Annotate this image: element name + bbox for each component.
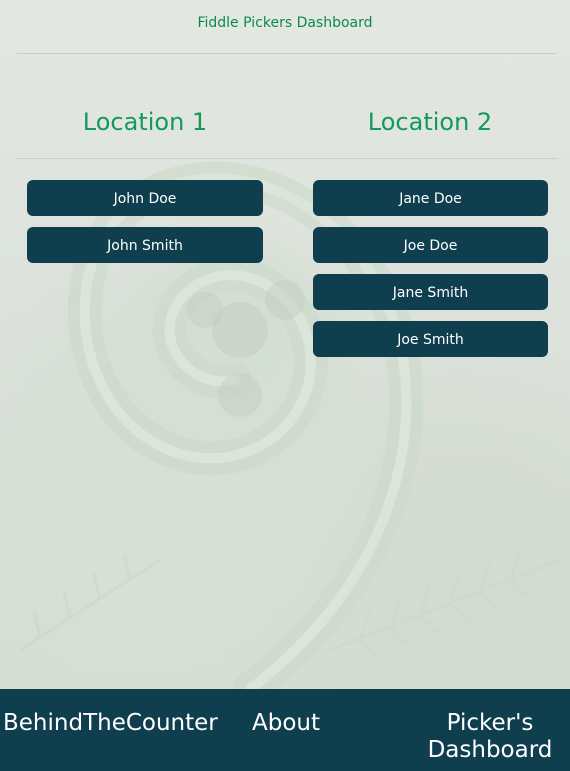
dashboard-content: Fiddle Pickers Dashboard Location 1 Loca…: [0, 0, 570, 689]
picker-button-jane-smith[interactable]: Jane Smith: [313, 274, 548, 310]
location-1-title: Location 1: [82, 108, 208, 136]
picker-button-john-smith[interactable]: John Smith: [27, 227, 263, 263]
divider: [17, 158, 557, 159]
picker-button-john-doe[interactable]: John Doe: [27, 180, 263, 216]
location-2-title: Location 2: [367, 108, 493, 136]
picker-button-joe-doe[interactable]: Joe Doe: [313, 227, 548, 263]
picker-button-jane-doe[interactable]: Jane Doe: [313, 180, 548, 216]
nav-link-home[interactable]: BehindTheCounter: [3, 710, 218, 737]
nav-link-about[interactable]: About: [252, 710, 320, 737]
divider: [17, 53, 557, 54]
nav-link-pickers-dashboard[interactable]: Picker's Dashboard: [425, 710, 555, 764]
location-1-picker-list: John Doe John Smith: [27, 180, 263, 274]
location-2-picker-list: Jane Doe Joe Doe Jane Smith Joe Smith: [313, 180, 548, 368]
picker-button-joe-smith[interactable]: Joe Smith: [313, 321, 548, 357]
footer-nav: BehindTheCounter About Picker's Dashboar…: [0, 689, 570, 771]
page-title: Fiddle Pickers Dashboard: [197, 15, 373, 31]
